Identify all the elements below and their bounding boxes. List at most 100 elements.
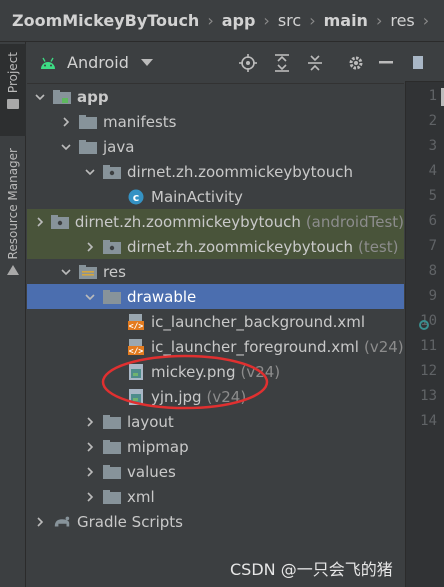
tree-row-label: values bbox=[127, 462, 176, 481]
chevron-right-icon[interactable] bbox=[83, 240, 97, 254]
tree-row-label: manifests bbox=[103, 112, 177, 131]
xml-file-icon: </> bbox=[127, 313, 145, 330]
chevron-right-icon[interactable] bbox=[33, 515, 47, 529]
tree-row-label: dirnet.zh.zoommickeybytouch bbox=[127, 237, 353, 256]
package-icon bbox=[103, 239, 121, 255]
left-tool-strip: Project Resource Manager bbox=[0, 42, 26, 587]
tree-row[interactable]: values bbox=[27, 459, 404, 484]
tree-row-label: res bbox=[103, 262, 126, 281]
chevron-right-icon[interactable] bbox=[59, 115, 73, 129]
folder-icon bbox=[103, 439, 121, 455]
tree-row[interactable]: </> ic_launcher_background.xml bbox=[27, 309, 404, 334]
tree-row-label: java bbox=[103, 137, 135, 156]
chevron-right-icon: › bbox=[309, 11, 316, 30]
tree-row-label: xml bbox=[127, 487, 155, 506]
breadcrumb-main[interactable]: main bbox=[324, 11, 368, 30]
breadcrumb-src[interactable]: src bbox=[278, 11, 301, 30]
chevron-down-icon[interactable] bbox=[33, 90, 47, 104]
chevron-right-icon[interactable] bbox=[83, 415, 97, 429]
tree-row[interactable]: xml bbox=[27, 484, 404, 509]
minimize-icon[interactable] bbox=[375, 52, 397, 74]
tree-row-label: drawable bbox=[127, 287, 197, 306]
project-tree: app manifests java dirnet.zh.zoommickeybyto… bbox=[27, 84, 404, 587]
tree-row-suffix: (androidTest) bbox=[305, 212, 404, 231]
arrow-placeholder bbox=[107, 315, 121, 329]
line-number: 2 bbox=[428, 113, 437, 129]
chevron-down-icon[interactable] bbox=[59, 140, 73, 154]
override-marker-icon[interactable] bbox=[419, 320, 429, 330]
tree-row[interactable]: drawable bbox=[27, 284, 404, 309]
chevron-right-icon: › bbox=[422, 11, 430, 30]
tree-row-label: dirnet.zh.zoommickeybytouch bbox=[127, 162, 353, 181]
project-tool-tab[interactable]: Project bbox=[0, 44, 26, 136]
line-number: 12 bbox=[420, 363, 437, 379]
expand-all-icon[interactable] bbox=[271, 52, 293, 74]
chevron-right-icon[interactable] bbox=[83, 490, 97, 504]
tree-row[interactable]: app bbox=[27, 84, 404, 109]
tree-row-label: mipmap bbox=[127, 437, 189, 456]
chevron-right-icon: › bbox=[263, 11, 270, 30]
tree-row[interactable]: layout bbox=[27, 409, 404, 434]
tree-row-suffix: (v24) bbox=[363, 337, 404, 356]
tree-row[interactable]: dirnet.zh.zoommickeybytouch bbox=[27, 159, 404, 184]
line-number: 9 bbox=[428, 288, 437, 304]
tree-row-label: MainActivity bbox=[151, 187, 243, 206]
line-number: 13 bbox=[420, 388, 437, 404]
line-number: 6 bbox=[428, 213, 437, 229]
resource-manager-tab-label: Resource Manager bbox=[6, 148, 20, 260]
tree-row[interactable]: dirnet.zh.zoommickeybytouch (test) bbox=[27, 234, 404, 259]
folder-icon bbox=[103, 464, 121, 480]
chevron-right-icon[interactable] bbox=[83, 465, 97, 479]
folder-icon bbox=[103, 414, 121, 430]
line-number: 8 bbox=[428, 263, 437, 279]
tree-row-label: Gradle Scripts bbox=[77, 512, 183, 531]
resource-manager-tool-tab[interactable]: Resource Manager bbox=[0, 146, 26, 286]
breadcrumb-module[interactable]: app bbox=[222, 11, 256, 30]
svg-text:c: c bbox=[133, 191, 140, 204]
tree-row[interactable]: java bbox=[27, 134, 404, 159]
chevron-down-icon[interactable] bbox=[140, 59, 153, 66]
tree-row[interactable]: dirnet.zh.zoommickeybytouch (androidTest) bbox=[27, 209, 404, 234]
chevron-right-icon: › bbox=[207, 11, 214, 30]
chevron-down-icon[interactable] bbox=[59, 265, 73, 279]
folder-icon bbox=[103, 489, 121, 505]
breadcrumb-res[interactable]: res bbox=[390, 11, 414, 30]
arrow-placeholder bbox=[107, 340, 121, 354]
breadcrumb-project[interactable]: ZoomMickeyByTouch bbox=[12, 11, 199, 30]
chevron-down-icon[interactable] bbox=[83, 165, 97, 179]
line-number: 4 bbox=[428, 163, 437, 179]
project-tab-label: Project bbox=[6, 52, 20, 94]
tree-row[interactable]: Gradle Scripts bbox=[27, 509, 404, 534]
collapse-all-icon[interactable] bbox=[304, 52, 326, 74]
folder-icon bbox=[79, 114, 97, 130]
line-number: 3 bbox=[428, 138, 437, 154]
tree-row-label: dirnet.zh.zoommickeybytouch bbox=[74, 212, 301, 231]
res-folder-icon bbox=[79, 264, 97, 280]
gear-icon[interactable] bbox=[345, 52, 367, 74]
locate-icon[interactable] bbox=[237, 52, 259, 74]
tree-row-label: ic_launcher_background.xml bbox=[151, 312, 366, 331]
folder-icon bbox=[79, 139, 97, 155]
tree-row[interactable]: c MainActivity bbox=[27, 184, 404, 209]
shapes-icon bbox=[7, 265, 19, 276]
line-number: 14 bbox=[420, 413, 437, 429]
tree-row[interactable]: res bbox=[27, 259, 404, 284]
file-icon bbox=[413, 56, 423, 69]
android-icon bbox=[41, 57, 55, 69]
watermark: CSDN @一只会飞的猪 bbox=[230, 560, 393, 579]
chevron-right-icon[interactable] bbox=[83, 440, 97, 454]
project-view-selector[interactable]: Android bbox=[67, 53, 129, 72]
line-number: 1 bbox=[428, 88, 437, 104]
chevron-down-icon[interactable] bbox=[83, 290, 97, 304]
tree-row-suffix: (test) bbox=[357, 237, 399, 256]
gradle-icon bbox=[53, 514, 71, 530]
line-number: 7 bbox=[428, 238, 437, 254]
tree-row[interactable]: mipmap bbox=[27, 434, 404, 459]
chevron-right-icon[interactable] bbox=[35, 215, 45, 229]
arrow-placeholder bbox=[107, 190, 121, 204]
editor-tab[interactable] bbox=[405, 42, 444, 82]
tree-row[interactable]: manifests bbox=[27, 109, 404, 134]
tree-row-label: layout bbox=[127, 412, 174, 431]
folder-icon bbox=[103, 289, 121, 305]
package-icon bbox=[103, 164, 121, 180]
